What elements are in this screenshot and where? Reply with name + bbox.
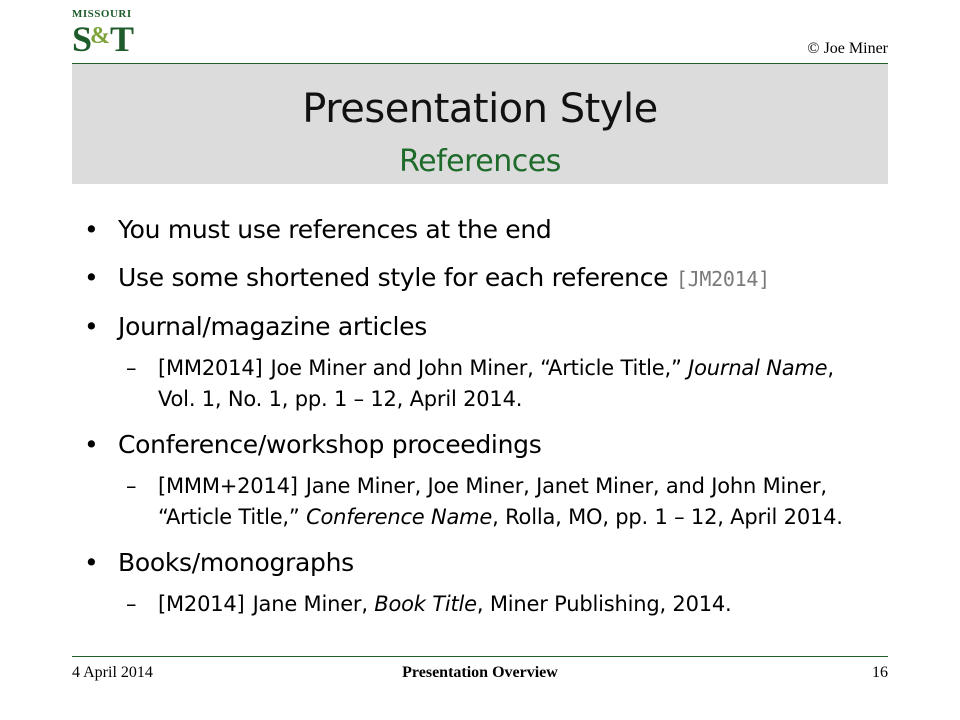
sub-bullet-conference: – [MMM+2014] Jane Miner, Joe Miner, Janet …	[82, 471, 872, 533]
slide-content: • You must use references at the end • Use…	[82, 214, 872, 634]
logo-mark: S&T	[72, 19, 134, 59]
footer-title: Presentation Overview	[402, 664, 558, 681]
dash-icon: –	[126, 474, 137, 498]
italic-source: Conference Name	[306, 505, 493, 529]
bullet-item: • Books/monographs	[84, 548, 354, 577]
dash-icon: –	[126, 356, 137, 380]
italic-source: Journal Name	[688, 356, 828, 380]
reference-tag: [JM2014]	[675, 267, 770, 291]
bullet-item: • Use some shortened style for each refer…	[84, 263, 770, 292]
bullet-icon: •	[84, 215, 99, 244]
bullet-icon: •	[84, 430, 99, 459]
copyright-text: © Joe Miner	[807, 40, 888, 57]
title-bar: Presentation Style References	[72, 64, 888, 184]
reference-key: [M2014]	[158, 592, 245, 616]
sub-bullet-book: – [M2014] Jane Miner, Book Title, Miner Pu…	[82, 589, 872, 620]
slide-subtitle: References	[399, 144, 561, 179]
slide-title: Presentation Style	[302, 86, 658, 132]
sub-bullet-journal: – [MM2014] Joe Miner and John Miner, “Arti…	[82, 353, 872, 415]
reference-key: [MM2014]	[158, 356, 263, 380]
bullet-item: • You must use references at the end	[84, 215, 552, 244]
page-number: 16	[872, 664, 888, 681]
bullet-icon: •	[84, 312, 99, 341]
bullet-item: • Journal/magazine articles	[84, 312, 427, 341]
reference-key: [MMM+2014]	[158, 474, 298, 498]
bullet-icon: •	[84, 548, 99, 577]
bullet-item: • Conference/workshop proceedings	[84, 430, 542, 459]
bullet-icon: •	[84, 263, 99, 292]
italic-source: Book Title	[374, 592, 477, 616]
missouri-st-logo: MISSOURI S&T	[72, 8, 136, 64]
dash-icon: –	[126, 592, 137, 616]
footer-divider	[72, 656, 888, 657]
